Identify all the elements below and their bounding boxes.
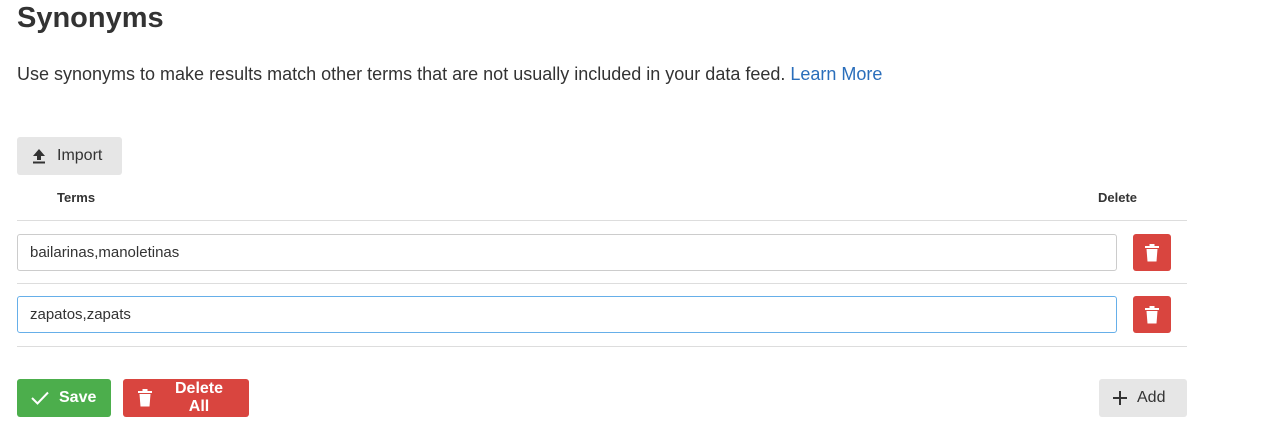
synonym-term-input[interactable] [17,296,1117,333]
import-button-label: Import [57,147,103,164]
delete-column-header: Delete [1098,190,1138,205]
trash-icon [137,389,153,407]
delete-row-button[interactable] [1133,234,1171,271]
save-button[interactable]: Save [17,379,111,417]
trash-icon [1144,305,1160,324]
delete-row-button[interactable] [1133,296,1171,333]
learn-more-link[interactable]: Learn More [790,64,882,84]
delete-all-button-label: Delete All [174,380,224,415]
page-title: Synonyms [17,2,164,34]
table-bottom-divider [17,346,1187,347]
row-divider [17,283,1187,284]
save-button-label: Save [59,389,97,406]
terms-column-header: Terms [57,190,96,205]
add-button-label: Add [1137,389,1166,406]
import-button[interactable]: Import [17,137,122,175]
synonym-term-input[interactable] [17,234,1117,271]
page-description: Use synonyms to make results match other… [17,62,882,86]
checkmark-icon [31,391,49,405]
trash-icon [1144,243,1160,262]
add-button[interactable]: Add [1099,379,1187,417]
delete-all-button[interactable]: Delete All [123,379,249,417]
description-text: Use synonyms to make results match other… [17,64,786,84]
plus-icon [1113,391,1127,405]
upload-icon [31,148,47,164]
table-header-divider [17,220,1187,221]
